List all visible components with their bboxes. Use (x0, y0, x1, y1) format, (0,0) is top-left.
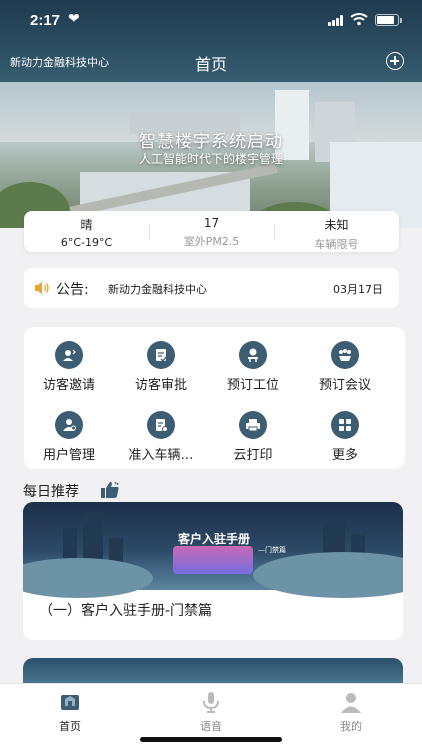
visitor-approve-icon (147, 341, 175, 369)
thumbs-up-icon (101, 481, 119, 498)
service-book-meeting[interactable]: 预订会议 (300, 341, 390, 399)
signal-icon (328, 15, 344, 26)
status-bar: 2:17 ❤ (0, 0, 422, 44)
home-indicator (140, 737, 282, 742)
service-more[interactable]: 更多 (300, 411, 390, 469)
status-time: 2:17 (30, 12, 61, 29)
service-label: 预订会议 (318, 378, 371, 393)
vehicle-access-icon (147, 411, 175, 439)
service-label: 云打印 (233, 448, 273, 463)
cloud-print-icon (239, 411, 267, 439)
speaker-icon (35, 282, 49, 294)
service-visitor-approve[interactable]: 访客审批 (116, 341, 206, 399)
tab-label: 我的 (340, 720, 362, 733)
service-grid: 访客邀请 访客审批 预订工位 预订会议 用户管理 准入车辆… 云打印 更多 (24, 327, 405, 469)
tab-home[interactable]: 首页 (30, 690, 110, 734)
hero-headline: 智慧楼宇系统启动 (139, 132, 283, 152)
service-label: 用户管理 (42, 448, 95, 463)
service-label: 访客审批 (134, 378, 187, 393)
tab-label: 语音 (200, 720, 222, 733)
banner-building-glow (173, 546, 253, 574)
profile-icon (311, 690, 391, 714)
microphone-icon (171, 690, 251, 714)
service-user-manage[interactable]: 用户管理 (24, 411, 114, 469)
heart-icon: ❤ (68, 11, 80, 27)
service-label: 更多 (331, 448, 358, 463)
page-title: 首页 (194, 55, 227, 74)
service-visitor-invite[interactable]: 访客邀请 (24, 341, 114, 399)
pm25-reading: 17 室外PM2.5 (149, 211, 274, 252)
service-label: 准入车辆… (128, 448, 194, 463)
service-vehicle-access[interactable]: 准入车辆… (116, 411, 206, 469)
add-circle-icon[interactable] (386, 52, 404, 70)
more-grid-icon (331, 411, 359, 439)
card-caption: （一）客户入驻手册-门禁篇 (39, 603, 213, 619)
weather-condition-value: 晴 (80, 218, 93, 232)
battery-level (377, 16, 394, 24)
announcement-text: 新动力金融科技中心 (108, 283, 207, 296)
tab-profile[interactable]: 我的 (311, 690, 391, 734)
nav-bar: 新动力金融科技中心 首页 (0, 44, 422, 78)
hero-banner[interactable]: 智慧楼宇系统启动 人工智能时代下的楼宇管理 (0, 82, 422, 228)
book-desk-icon (239, 341, 267, 369)
service-label: 访客邀请 (42, 378, 95, 393)
banner-cloud (253, 552, 403, 598)
vehicle-restriction-label: 车辆限号 (314, 238, 359, 251)
banner-subtitle: —门禁篇 (258, 546, 286, 554)
wifi-icon (350, 13, 368, 26)
visitor-invite-icon (55, 341, 83, 369)
vehicle-restriction-value: 未知 (324, 218, 349, 232)
temperature-range: 6°C-19°C (60, 236, 113, 249)
banner-title: 客户入驻手册 (178, 532, 251, 546)
tab-voice[interactable]: 语音 (171, 690, 251, 734)
home-icon (30, 690, 110, 714)
vehicle-restriction: 未知 车辆限号 (274, 211, 399, 252)
pm25-value: 17 (203, 216, 220, 230)
announcement-label: 公告: (56, 282, 89, 298)
service-cloud-print[interactable]: 云打印 (208, 411, 298, 469)
tab-label: 首页 (59, 720, 81, 733)
book-meeting-icon (331, 341, 359, 369)
service-label: 预订工位 (226, 378, 279, 393)
announcement-bar[interactable]: 公告: 新动力金融科技中心 03月17日 (24, 268, 399, 308)
service-book-desk[interactable]: 预订工位 (208, 341, 298, 399)
pm25-label: 室外PM2.5 (183, 235, 240, 248)
user-manage-icon (55, 411, 83, 439)
announcement-date: 03月17日 (333, 283, 383, 296)
battery-icon (375, 14, 402, 26)
recommend-card[interactable]: 客户入驻手册 —门禁篇 （一）客户入驻手册-门禁篇 (23, 502, 403, 640)
banner-cloud (23, 558, 153, 598)
hero-subline: 人工智能时代下的楼宇管理 (138, 152, 283, 166)
daily-recommend-title: 每日推荐 (23, 484, 79, 500)
weather-card: 晴 6°C-19°C 17 室外PM2.5 未知 车辆限号 (24, 211, 399, 252)
weather-condition: 晴 6°C-19°C (24, 211, 149, 252)
card-banner-image: 客户入驻手册 —门禁篇 (23, 502, 403, 598)
